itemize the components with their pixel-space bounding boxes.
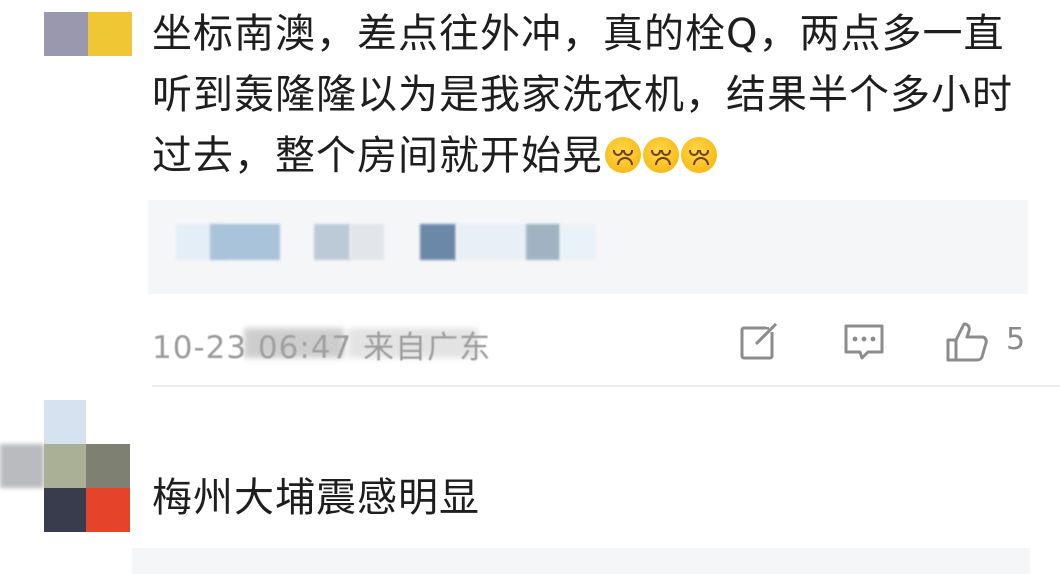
like-count: 5 — [1006, 322, 1026, 357]
blurred-reply-content — [560, 224, 596, 260]
avatar-mosaic — [44, 12, 88, 56]
repost-button[interactable] — [736, 318, 784, 366]
comment-text: 梅州大埔震感明显 — [152, 475, 480, 521]
comment-bubble-icon — [844, 324, 884, 360]
upside-down-face-icon — [643, 137, 679, 173]
reply-preview[interactable] — [148, 200, 1028, 294]
comment-line: 听到轰隆隆以为是我家洗衣机，结果半个多小时 — [152, 72, 1013, 118]
divider — [152, 385, 1060, 387]
blur-mask — [348, 328, 478, 358]
blurred-reply-content — [526, 224, 560, 260]
comment-meta: 10-23 06:47 来自广东 5 — [152, 316, 1032, 366]
edit-square-icon — [740, 322, 779, 360]
blurred-reply-content — [420, 224, 456, 260]
blurred-reply-content — [456, 224, 526, 260]
comment-line-text: 过去，整个房间就开始晃 — [152, 133, 603, 179]
avatar-mosaic — [44, 400, 86, 444]
avatar-mosaic — [88, 12, 132, 56]
upside-down-face-icon — [605, 137, 641, 173]
like-button[interactable] — [944, 318, 992, 366]
avatar-mosaic — [44, 488, 86, 532]
avatar-mosaic — [44, 444, 86, 488]
avatar-mosaic — [86, 444, 130, 488]
blurred-reply-content — [210, 224, 280, 260]
comment-button[interactable] — [840, 318, 888, 366]
avatar-mosaic — [86, 488, 130, 532]
comment-text: 坐标南澳，差点往外冲，真的栓Q，两点多一直 听到轰隆隆以为是我家洗衣机，结果半个… — [152, 4, 1052, 187]
upside-down-face-icon — [681, 137, 717, 173]
reply-preview[interactable] — [132, 548, 1030, 574]
blur-mask — [244, 328, 344, 358]
avatar[interactable] — [44, 12, 132, 58]
avatar[interactable] — [0, 400, 130, 532]
blurred-reply-content — [350, 224, 384, 260]
comment-line-last: 过去，整个房间就开始晃 — [152, 126, 1052, 187]
blurred-reply-content — [314, 224, 350, 260]
avatar-mosaic — [0, 444, 44, 488]
thumbs-up-icon — [946, 322, 988, 362]
comment-line: 坐标南澳，差点往外冲，真的栓Q，两点多一直 — [152, 11, 1005, 57]
